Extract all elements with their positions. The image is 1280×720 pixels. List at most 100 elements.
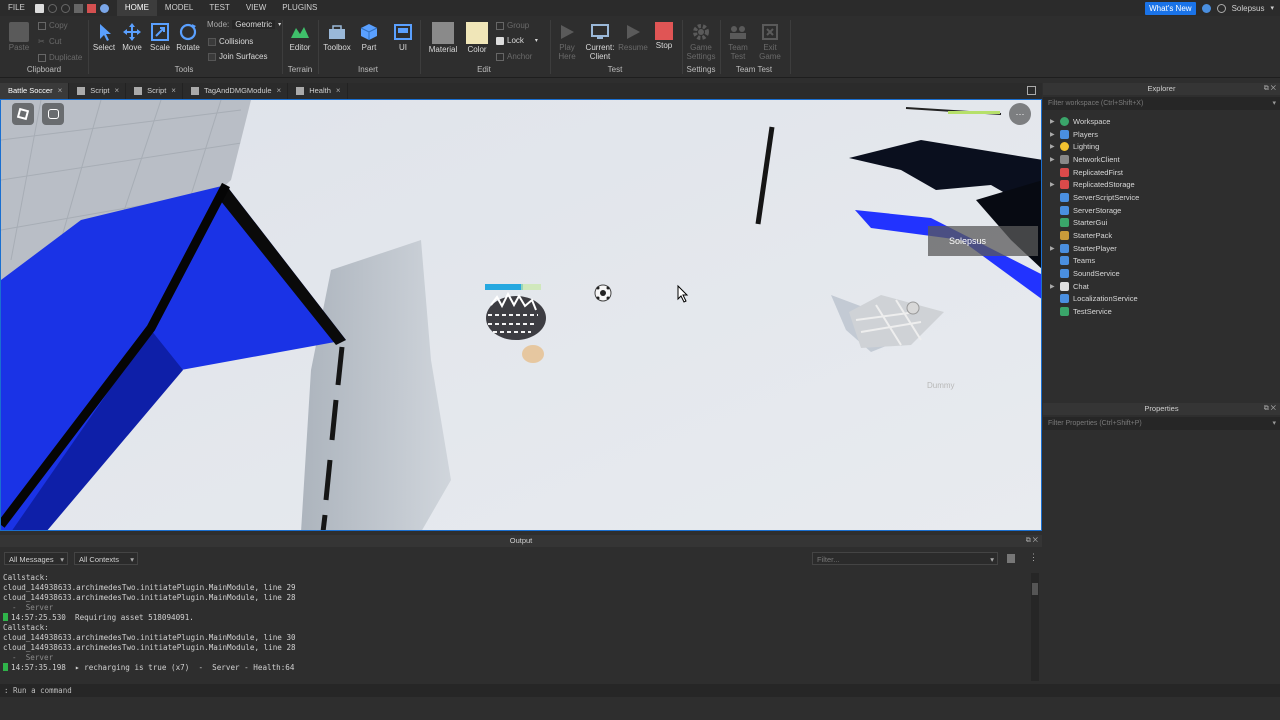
collisions-toggle[interactable]: Collisions	[208, 37, 253, 46]
command-bar[interactable]: : Run a command	[0, 684, 1280, 697]
tab-battle-soccer[interactable]: Battle Soccer ×	[0, 83, 70, 99]
username[interactable]: Solepsus	[1232, 4, 1265, 13]
explorer-item[interactable]: ▶ StarterPlayer	[1043, 242, 1280, 255]
exit-game-button[interactable]: Exit Game	[755, 20, 785, 61]
share-icon[interactable]	[1216, 3, 1226, 13]
play-icon[interactable]	[73, 3, 83, 13]
chevron-right-icon[interactable]: ▶	[1050, 143, 1060, 150]
explorer-item[interactable]: TestService	[1043, 305, 1280, 318]
play-here-button[interactable]: Play Here	[552, 20, 582, 61]
more-vertical-icon[interactable]: ⋮	[1029, 552, 1038, 563]
chevron-right-icon[interactable]: ▶	[1050, 245, 1060, 252]
help-icon[interactable]	[1201, 3, 1211, 13]
redo-icon[interactable]	[60, 3, 70, 13]
current-client-button[interactable]: Current: Client	[583, 20, 617, 61]
ui-button[interactable]: UI	[388, 20, 418, 52]
copy-button[interactable]: Copy	[38, 21, 68, 30]
rotate-button[interactable]: Rotate	[173, 20, 203, 52]
output-scrollbar[interactable]	[1031, 573, 1039, 681]
chevron-right-icon[interactable]: ▶	[1050, 118, 1060, 125]
stop-button[interactable]: Stop	[649, 20, 679, 50]
all-messages-dropdown[interactable]: All Messages ▾	[4, 552, 68, 565]
maximize-icon[interactable]	[1021, 83, 1042, 99]
undo-icon[interactable]	[47, 3, 57, 13]
anchor-button[interactable]: Anchor	[496, 52, 532, 61]
close-icon[interactable]: ×	[171, 83, 176, 99]
output-filter-input[interactable]: Filter... ▾	[812, 552, 998, 565]
join-surfaces-toggle[interactable]: Join Surfaces	[208, 52, 267, 61]
scale-button[interactable]: Scale	[145, 20, 175, 52]
explorer-item[interactable]: Teams	[1043, 255, 1280, 268]
roblox-menu-button[interactable]	[12, 103, 34, 125]
chevron-right-icon[interactable]: ▶	[1050, 181, 1060, 188]
explorer-item[interactable]: SoundService	[1043, 267, 1280, 280]
file-menu[interactable]: FILE	[0, 0, 33, 16]
duplicate-button[interactable]: Duplicate	[38, 53, 82, 62]
mode-selector[interactable]: Mode: Geometric ▾	[207, 20, 281, 29]
explorer-item[interactable]: ▶ ReplicatedStorage	[1043, 178, 1280, 191]
lock-button[interactable]: Lock ▾	[496, 36, 538, 45]
player-name-chip[interactable]: Solepsus	[928, 226, 1038, 256]
explorer-item[interactable]: StarterPack	[1043, 229, 1280, 242]
move-button[interactable]: Move	[117, 20, 147, 52]
toolbox-button[interactable]: Toolbox	[322, 20, 352, 52]
tab-view[interactable]: VIEW	[238, 0, 274, 16]
explorer-filter-input[interactable]: Filter workspace (Ctrl+Shift+X) ▾	[1043, 97, 1280, 110]
close-icon[interactable]: ×	[277, 83, 282, 99]
explorer-item[interactable]: ▶ Lighting	[1043, 140, 1280, 153]
scene-render[interactable]	[1, 100, 1042, 531]
tab-script[interactable]: Script ×	[69, 83, 127, 99]
close-icon[interactable]: ×	[58, 83, 63, 99]
close-icon[interactable]: ×	[336, 83, 341, 99]
tab-test[interactable]: TEST	[201, 0, 237, 16]
paste-button[interactable]: Paste	[4, 20, 34, 52]
chevron-right-icon[interactable]: ▶	[1050, 283, 1060, 290]
whats-new-button[interactable]: What's New	[1145, 1, 1196, 15]
panel-controls[interactable]: ⧉ ✕	[1264, 403, 1276, 415]
scrollbar-thumb[interactable]	[1032, 583, 1038, 595]
resume-button[interactable]: Resume	[618, 20, 648, 52]
chevron-down-icon[interactable]: ▾	[1270, 4, 1274, 12]
panel-controls[interactable]: ⧉ ✕	[1026, 535, 1038, 547]
team-create-icon[interactable]	[99, 3, 109, 13]
stop-icon[interactable]	[86, 3, 96, 13]
select-button[interactable]: Select	[89, 20, 119, 52]
chevron-right-icon[interactable]: ▶	[1050, 156, 1060, 163]
close-icon[interactable]: ×	[114, 83, 119, 99]
tab-health[interactable]: Health ×	[288, 83, 348, 99]
part-button[interactable]: Part	[354, 20, 384, 52]
tab-plugins[interactable]: PLUGINS	[274, 0, 325, 16]
explorer-item[interactable]: LocalizationService	[1043, 293, 1280, 306]
properties-filter-input[interactable]: Filter Properties (Ctrl+Shift+P) ▾	[1043, 417, 1280, 430]
cut-button[interactable]: ✂ Cut	[38, 37, 61, 46]
team-test-button[interactable]: Team Test	[723, 20, 753, 61]
chevron-right-icon[interactable]: ▶	[1050, 131, 1060, 138]
more-options-button[interactable]: ···	[1009, 103, 1031, 125]
explorer-item[interactable]: ▶ Players	[1043, 128, 1280, 141]
explorer-item[interactable]: ServerStorage	[1043, 204, 1280, 217]
tab-script[interactable]: Script ×	[126, 83, 183, 99]
explorer-item[interactable]: ▶ Chat	[1043, 280, 1280, 293]
explorer-item[interactable]: ▶ NetworkClient	[1043, 153, 1280, 166]
trash-icon[interactable]	[1007, 554, 1015, 563]
terrain-editor-button[interactable]: Editor	[285, 20, 315, 52]
all-contexts-dropdown[interactable]: All Contexts ▾	[74, 552, 138, 565]
explorer-item[interactable]: StarterGui	[1043, 217, 1280, 230]
tab-home[interactable]: HOME	[116, 0, 157, 16]
color-button[interactable]: Color	[462, 20, 492, 54]
explorer-item[interactable]: ServerScriptService	[1043, 191, 1280, 204]
tab-tag-and-dmg-module[interactable]: TagAndDMGModule ×	[183, 83, 289, 99]
game-viewport[interactable]: ··· Solepsus Dummy	[0, 99, 1042, 531]
group-button[interactable]: Group	[496, 21, 529, 30]
new-file-icon[interactable]	[34, 3, 44, 13]
panel-controls[interactable]: ⧉ ✕	[1264, 83, 1276, 95]
chevron-down-icon[interactable]: ▾	[1272, 417, 1276, 430]
material-button[interactable]: Material	[428, 20, 458, 54]
explorer-item[interactable]: ▶ Workspace	[1043, 115, 1280, 128]
game-settings-button[interactable]: Game Settings	[686, 20, 716, 61]
tab-model[interactable]: MODEL	[157, 0, 201, 16]
explorer-item[interactable]: ReplicatedFirst	[1043, 166, 1280, 179]
chat-toggle-button[interactable]	[42, 103, 64, 125]
chevron-down-icon[interactable]: ▾	[1272, 97, 1276, 110]
output-log[interactable]: Callstack: cloud_144938633.archimedesTwo.…	[0, 573, 1030, 673]
